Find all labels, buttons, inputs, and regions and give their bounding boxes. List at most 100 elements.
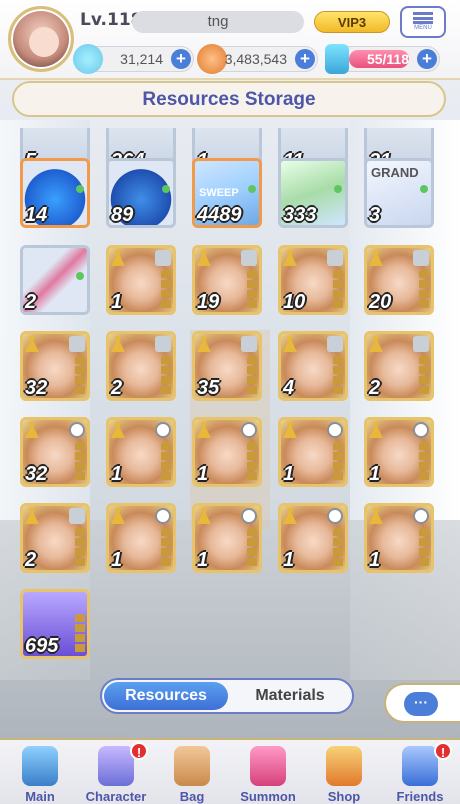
item-tile[interactable]: 19 [192,245,262,315]
clock-icon [155,422,171,438]
item-tile[interactable]: 695 [20,589,90,659]
ticket-label: SWEEP [199,187,239,199]
item-tile[interactable]: 1 [364,503,434,573]
clock-icon [155,508,171,524]
affection-hearts [75,356,85,396]
item-tile[interactable]: 20 [364,245,434,315]
vip-badge[interactable]: VIP3 [314,11,390,33]
puzzle-icon [155,250,171,266]
item-tile[interactable]: 1 [106,417,176,487]
item-grid[interactable]: 5364111211489SWEEP4489333GRAND3211910203… [18,128,438,668]
item-count: 89 [111,204,134,226]
green-dot-icon [76,272,84,280]
affection-hearts [247,442,257,482]
nav-friends[interactable]: Friends! [382,740,458,804]
item-tile[interactable]: 10 [278,245,348,315]
friends-icon [402,746,438,786]
nav-bag[interactable]: Bag [154,740,230,804]
green-dot-icon [248,185,256,193]
item-tile[interactable]: 32 [20,417,90,487]
puzzle-icon [413,336,429,352]
item-count: 333 [283,204,317,226]
item-tile[interactable]: 14 [20,158,90,228]
resource-energy: 55/118 + [325,44,440,74]
affection-hearts [161,356,171,396]
nav-main[interactable]: Main [2,740,78,804]
item-tile[interactable]: 4 [278,331,348,401]
resource-crystal: 31,214 + [73,44,194,74]
tab-resources[interactable]: Resources [104,682,228,710]
item-tile[interactable]: 2 [20,245,90,315]
player-avatar[interactable] [8,6,74,72]
nav-character[interactable]: Character! [78,740,154,804]
item-tile[interactable]: 1 [192,503,262,573]
character-icon [98,746,134,786]
notification-badge: ! [130,742,148,760]
puzzle-icon [327,250,343,266]
item-count: 1 [369,549,381,571]
item-tile[interactable]: 1 [364,417,434,487]
item-count: 1 [111,291,123,313]
item-tile[interactable]: 1 [278,503,348,573]
clock-icon [69,422,85,438]
green-dot-icon [76,185,84,193]
affection-hearts [333,528,343,568]
affection-hearts [247,356,257,396]
puzzle-icon [413,250,429,266]
nav-summon[interactable]: Summon [230,740,306,804]
clock-icon [327,422,343,438]
item-tile[interactable]: 2 [364,331,434,401]
menu-button[interactable]: MENU [400,6,446,38]
item-count: 19 [197,291,220,313]
item-count: 1 [283,549,295,571]
city-tower-icon [22,746,58,786]
affection-hearts [333,270,343,310]
item-tile[interactable]: 89 [106,158,176,228]
item-tile[interactable]: 2 [106,331,176,401]
clock-icon [241,508,257,524]
item-tile[interactable]: 1 [106,503,176,573]
bag-icon [174,746,210,786]
top-hud: Lv.118 tng VIP3 MENU 31,214 + 3,483,543 … [0,0,460,80]
star-crystal-icon [73,44,103,74]
item-tile[interactable]: 333 [278,158,348,228]
chat-button[interactable]: ··· [384,683,460,723]
affection-hearts [75,528,85,568]
item-tile[interactable]: 35 [192,331,262,401]
affection-hearts [247,528,257,568]
item-tile[interactable]: SWEEP 4489 [192,158,262,228]
item-count: 2 [369,377,381,399]
item-tile[interactable]: 1 [192,417,262,487]
player-name[interactable]: tng [132,11,304,33]
affection-hearts [75,614,85,654]
puzzle-icon [241,250,257,266]
item-tile[interactable]: 1 [106,245,176,315]
add-energy-button[interactable]: + [417,49,437,69]
item-tile[interactable]: GRAND 3 [364,158,434,228]
menu-label: MENU [414,25,432,31]
affection-hearts [75,442,85,482]
clock-icon [327,508,343,524]
item-count: 695 [25,635,59,657]
nav-shop[interactable]: Shop [306,740,382,804]
add-crystal-button[interactable]: + [171,49,191,69]
item-tile[interactable]: 2 [20,503,90,573]
item-tile[interactable]: 32 [20,331,90,401]
add-gold-button[interactable]: + [295,49,315,69]
item-count: 20 [369,291,392,313]
item-count: 4 [283,377,295,399]
item-tile[interactable]: 1 [278,417,348,487]
item-count: 32 [25,463,48,485]
nav-label: Shop [327,789,361,804]
green-dot-icon [334,185,342,193]
affection-hearts [419,270,429,310]
item-count: 2 [25,549,37,571]
chat-bubble-icon: ··· [404,692,438,716]
avatar-face [29,27,59,57]
item-count: 1 [111,549,123,571]
item-count: 35 [197,377,220,399]
clock-icon [413,422,429,438]
tab-materials[interactable]: Materials [228,682,352,710]
phone-summon-icon [250,746,286,786]
nav-label: Summon [240,789,296,804]
